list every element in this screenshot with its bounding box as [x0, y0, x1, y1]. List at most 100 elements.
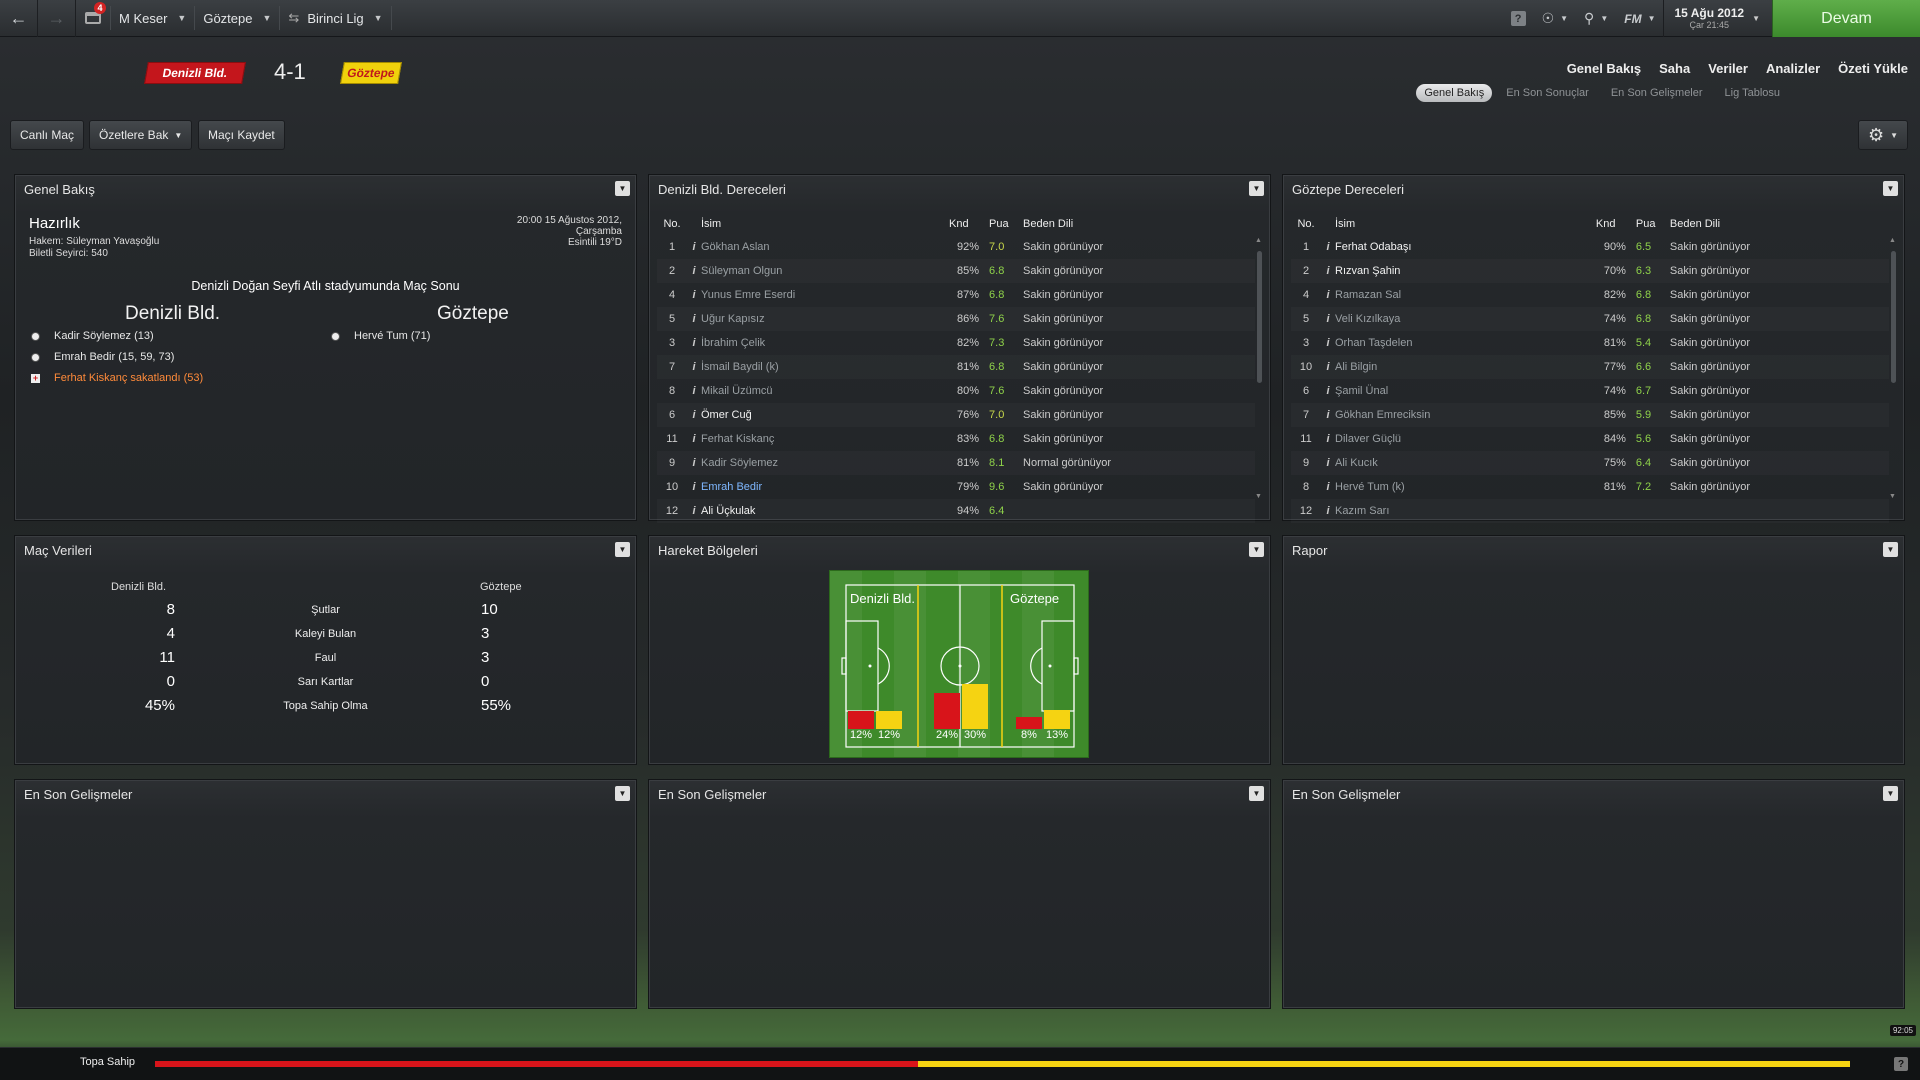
- forward-arrow-icon[interactable]: →: [38, 0, 76, 37]
- info-icon[interactable]: i: [1321, 283, 1335, 307]
- panel-menu-button[interactable]: ▼: [1249, 786, 1264, 801]
- table-row[interactable]: 10 i Ali Bilgin 77% 6.6 Sakin görünüyor: [1291, 355, 1889, 379]
- tab-pitch[interactable]: Saha: [1659, 61, 1690, 76]
- table-row[interactable]: 8 i Hervé Tum (k) 81% 7.2 Sakin görünüyor: [1291, 475, 1889, 499]
- help-button[interactable]: ?: [1503, 0, 1534, 37]
- player-name[interactable]: Hervé Tum (k): [1335, 475, 1596, 499]
- player-name[interactable]: Ali Üçkulak: [701, 499, 949, 523]
- col-name[interactable]: İsim: [701, 213, 949, 235]
- info-icon[interactable]: i: [1321, 427, 1335, 451]
- info-icon[interactable]: i: [1321, 475, 1335, 499]
- table-row[interactable]: 3 i Orhan Taşdelen 81% 5.4 Sakin görünüyor: [1291, 331, 1889, 355]
- info-icon[interactable]: i: [687, 499, 701, 523]
- table-row[interactable]: 10 i Emrah Bedir 79% 9.6 Sakin görünüyor: [657, 475, 1255, 499]
- panel-menu-button[interactable]: ▼: [1883, 786, 1898, 801]
- player-name[interactable]: Süleyman Olgun: [701, 259, 949, 283]
- player-name[interactable]: Ferhat Kiskanç: [701, 427, 949, 451]
- table-row[interactable]: 12 i Ali Üçkulak 94% 6.4: [657, 499, 1255, 523]
- table-row[interactable]: 2 i Rızvan Şahin 70% 6.3 Sakin görünüyor: [1291, 259, 1889, 283]
- table-row[interactable]: 11 i Dilaver Güçlü 84% 5.6 Sakin görünüyor: [1291, 427, 1889, 451]
- player-name[interactable]: Şamil Ünal: [1335, 379, 1596, 403]
- subtab-league-table[interactable]: Lig Tablosu: [1717, 84, 1788, 102]
- player-name[interactable]: Ali Kucık: [1335, 451, 1596, 475]
- table-row[interactable]: 5 i Uğur Kapısız 86% 7.6 Sakin görünüyor: [657, 307, 1255, 331]
- info-icon[interactable]: i: [687, 259, 701, 283]
- table-row[interactable]: 4 i Yunus Emre Eserdi 87% 6.8 Sakin görünüyor: [657, 283, 1255, 307]
- info-icon[interactable]: i: [687, 283, 701, 307]
- info-icon[interactable]: i: [687, 451, 701, 475]
- table-row[interactable]: 8 i Mikail Üzümcü 80% 7.6 Sakin görünüyor: [657, 379, 1255, 403]
- league-menu[interactable]: ⇆ Birinci Lig ▼: [280, 0, 390, 37]
- info-icon[interactable]: i: [1321, 331, 1335, 355]
- search-menu[interactable]: ⚲ ▼: [1576, 0, 1616, 37]
- col-no[interactable]: No.: [657, 213, 687, 235]
- injury-text[interactable]: Ferhat Kiskanç sakatlandı (53): [54, 372, 203, 384]
- fm-menu[interactable]: FM ▼: [1616, 0, 1663, 37]
- inbox-button[interactable]: 4: [76, 0, 110, 37]
- col-condition[interactable]: Knd: [949, 213, 989, 235]
- live-match-button[interactable]: Canlı Maç: [10, 120, 85, 150]
- table-row[interactable]: 9 i Kadir Söylemez 81% 8.1 Normal görünüyor: [657, 451, 1255, 475]
- player-name[interactable]: Gökhan Aslan: [701, 235, 949, 259]
- home-team-tag[interactable]: Denizli Bld.: [144, 62, 246, 84]
- scrollbar[interactable]: ▲ ▼: [1889, 237, 1896, 500]
- player-name[interactable]: Uğur Kapısız: [701, 307, 949, 331]
- table-row[interactable]: 1 i Ferhat Odabaşı 90% 6.5 Sakin görünüyor: [1291, 235, 1889, 259]
- scrollbar[interactable]: ▲ ▼: [1255, 237, 1262, 500]
- info-icon[interactable]: i: [687, 331, 701, 355]
- tab-upload-highlights[interactable]: Özeti Yükle: [1838, 61, 1908, 76]
- col-condition[interactable]: Knd: [1596, 213, 1636, 235]
- table-row[interactable]: 12 i Kazım Sarı: [1291, 499, 1889, 523]
- tab-overview[interactable]: Genel Bakış: [1567, 61, 1641, 76]
- panel-menu-button[interactable]: ▼: [1883, 181, 1898, 196]
- info-icon[interactable]: i: [1321, 235, 1335, 259]
- info-icon[interactable]: i: [1321, 403, 1335, 427]
- player-name[interactable]: Ömer Cuğ: [701, 403, 949, 427]
- table-row[interactable]: 2 i Süleyman Olgun 85% 6.8 Sakin görünüyor: [657, 259, 1255, 283]
- table-row[interactable]: 7 i Gökhan Emreciksin 85% 5.9 Sakin görünüyor: [1291, 403, 1889, 427]
- player-name[interactable]: Veli Kızılkaya: [1335, 307, 1596, 331]
- player-name[interactable]: Emrah Bedir: [701, 475, 949, 499]
- table-row[interactable]: 7 i İsmail Baydil (k) 81% 6.8 Sakin görünüyor: [657, 355, 1255, 379]
- panel-menu-button[interactable]: ▼: [1883, 542, 1898, 557]
- tab-stats[interactable]: Veriler: [1708, 61, 1748, 76]
- tab-analysis[interactable]: Analizler: [1766, 61, 1820, 76]
- scroll-thumb[interactable]: [1257, 251, 1262, 383]
- away-team-tag[interactable]: Göztepe: [340, 62, 402, 84]
- info-icon[interactable]: i: [687, 307, 701, 331]
- info-icon[interactable]: i: [1321, 259, 1335, 283]
- info-icon[interactable]: i: [1321, 499, 1335, 523]
- player-name[interactable]: İsmail Baydil (k): [701, 355, 949, 379]
- table-row[interactable]: 6 i Şamil Ünal 74% 6.7 Sakin görünüyor: [1291, 379, 1889, 403]
- manager-menu[interactable]: M Keser ▼: [111, 0, 194, 37]
- player-name[interactable]: Mikail Üzümcü: [701, 379, 949, 403]
- panel-menu-button[interactable]: ▼: [1249, 542, 1264, 557]
- table-row[interactable]: 3 i İbrahim Çelik 82% 7.3 Sakin görünüyor: [657, 331, 1255, 355]
- col-rating[interactable]: Pua: [1636, 213, 1670, 235]
- player-name[interactable]: Kazım Sarı: [1335, 499, 1596, 523]
- col-no[interactable]: No.: [1291, 213, 1321, 235]
- panel-menu-button[interactable]: ▼: [615, 181, 630, 196]
- player-name[interactable]: Kadir Söylemez: [701, 451, 949, 475]
- info-icon[interactable]: i: [687, 379, 701, 403]
- highlights-button[interactable]: Özetlere Bak ▼: [89, 120, 193, 150]
- info-icon[interactable]: i: [1321, 451, 1335, 475]
- scroll-down-icon[interactable]: ▼: [1255, 493, 1262, 500]
- col-name[interactable]: İsim: [1335, 213, 1596, 235]
- away-team-name[interactable]: Göztepe: [437, 303, 509, 325]
- save-match-button[interactable]: Maçı Kaydet: [198, 120, 285, 150]
- goal-scorer[interactable]: Hervé Tum (71): [354, 330, 430, 342]
- player-name[interactable]: Yunus Emre Eserdi: [701, 283, 949, 307]
- panel-menu-button[interactable]: ▼: [615, 786, 630, 801]
- table-row[interactable]: 6 i Ömer Cuğ 76% 7.0 Sakin görünüyor: [657, 403, 1255, 427]
- player-name[interactable]: Orhan Taşdelen: [1335, 331, 1596, 355]
- back-arrow-icon[interactable]: ←: [0, 0, 38, 37]
- info-icon[interactable]: i: [687, 475, 701, 499]
- scroll-up-icon[interactable]: ▲: [1889, 237, 1896, 244]
- continue-button[interactable]: Devam: [1772, 0, 1920, 37]
- table-row[interactable]: 9 i Ali Kucık 75% 6.4 Sakin görünüyor: [1291, 451, 1889, 475]
- table-row[interactable]: 5 i Veli Kızılkaya 74% 6.8 Sakin görünüyor: [1291, 307, 1889, 331]
- col-rating[interactable]: Pua: [989, 213, 1023, 235]
- panel-menu-button[interactable]: ▼: [615, 542, 630, 557]
- col-body-language[interactable]: Beden Dili: [1670, 213, 1889, 235]
